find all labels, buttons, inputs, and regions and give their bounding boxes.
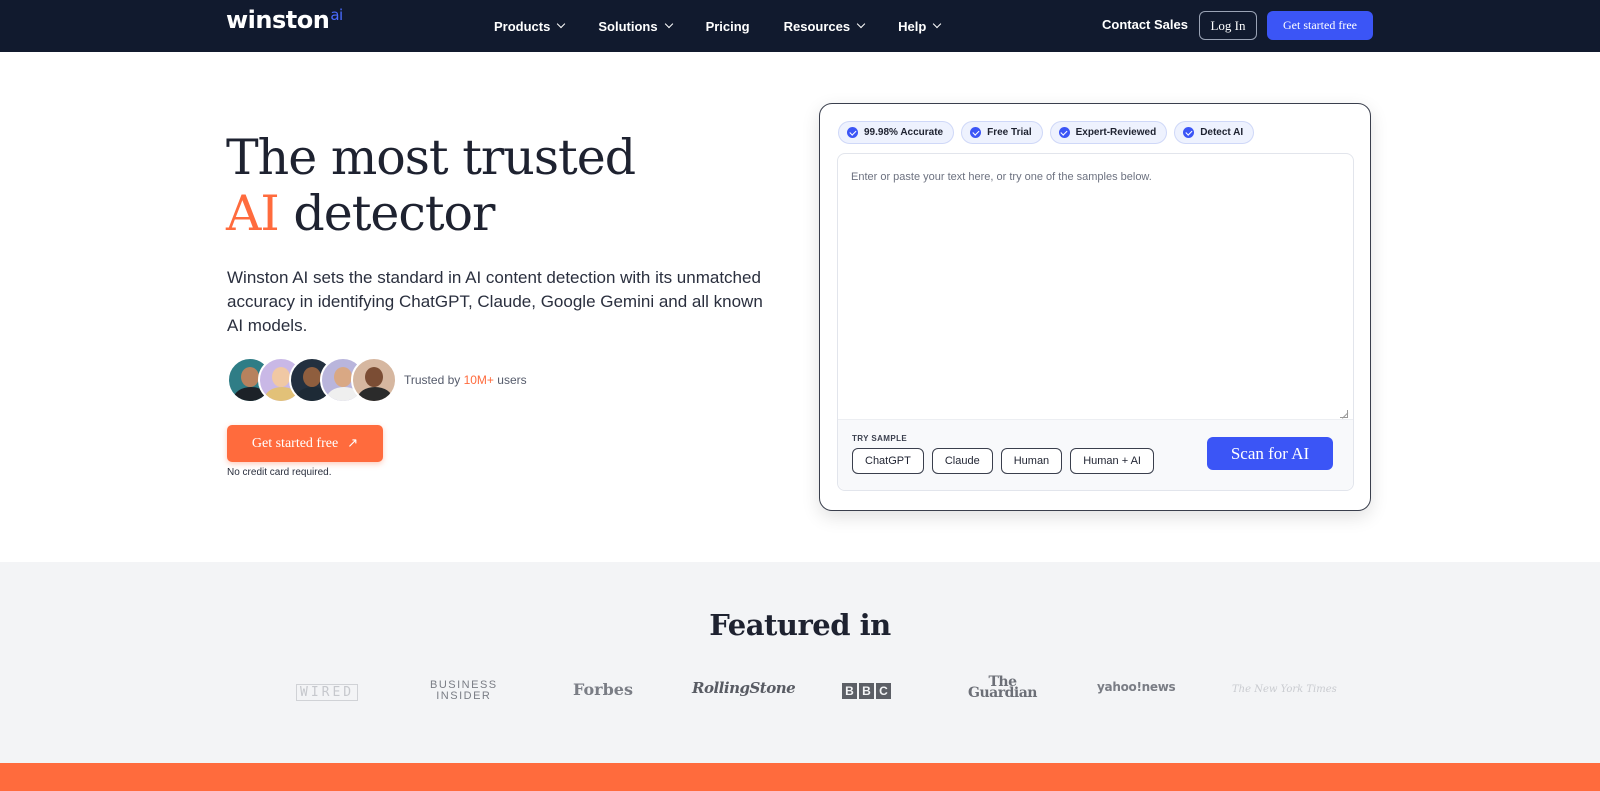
badge-expert-reviewed: Expert-Reviewed (1049, 121, 1168, 144)
hero-title: The most trusted AI detector (226, 129, 636, 242)
bbc-letter: B (842, 683, 857, 699)
guardian-line2: Guardian (968, 685, 1037, 701)
hero-title-highlight: AI (226, 185, 280, 242)
orange-section-band (0, 763, 1600, 791)
feature-badges: 99.98% Accurate Free Trial Expert-Review… (838, 121, 1261, 144)
nav-item-help[interactable]: Help (898, 18, 942, 34)
sample-chatgpt-button[interactable]: ChatGPT (852, 448, 924, 474)
hero-title-line2: detector (278, 185, 495, 242)
hero-description: Winston AI sets the standard in AI conte… (227, 268, 763, 335)
trusted-count: 10M+ (463, 373, 494, 387)
nyt-logo: The New York Times (1232, 684, 1337, 695)
chevron-down-icon (933, 19, 942, 29)
badge-free-trial: Free Trial (961, 121, 1043, 144)
nav-item-label: Resources (783, 18, 851, 34)
bbc-letter: B (859, 683, 874, 699)
bbc-logo: B B C (842, 683, 893, 699)
text-input[interactable] (838, 154, 1353, 419)
nav-item-resources[interactable]: Resources (783, 18, 866, 34)
nav-item-products[interactable]: Products (494, 18, 566, 34)
rolling-stone-logo: RollingStone (692, 679, 796, 697)
login-button[interactable]: Log In (1199, 11, 1257, 40)
chevron-down-icon (856, 19, 866, 29)
chevron-down-icon (664, 19, 673, 29)
sample-claude-button[interactable]: Claude (931, 448, 993, 474)
featured-in-section: Featured in (0, 562, 1600, 763)
hero-cta-label: Get started free (251, 435, 339, 451)
top-nav: winstonai Products Solutions Pricing Res… (0, 0, 1600, 52)
business-insider-logo: BUSINESS INSIDER (430, 680, 498, 702)
chevron-down-icon (557, 19, 566, 29)
nav-menu: Products Solutions Pricing Resources Hel… (494, 0, 974, 52)
resize-handle-icon[interactable] (1340, 410, 1348, 418)
featured-title: Featured in (709, 608, 891, 642)
avatar (351, 357, 397, 403)
check-circle-icon (847, 127, 858, 138)
forbes-logo: Forbes (573, 680, 633, 699)
nav-get-started-button[interactable]: Get started free (1267, 11, 1373, 40)
logo-suffix: ai (330, 6, 343, 24)
check-circle-icon (970, 127, 982, 138)
no-credit-card-note: No credit card required. (227, 467, 332, 478)
badge-detect-ai: Detect AI (1174, 121, 1255, 144)
nav-item-solutions[interactable]: Solutions (598, 18, 673, 34)
hero-get-started-button[interactable]: Get started free ↗ (227, 425, 383, 462)
guardian-logo: The Guardian (968, 675, 1037, 701)
bi-line2: INSIDER (436, 690, 492, 702)
badge-accurate: 99.98% Accurate (838, 121, 955, 144)
badge-label: Detect AI (1200, 127, 1244, 138)
winston-ai-logo[interactable]: winstonai (226, 6, 343, 34)
check-circle-icon (1183, 127, 1195, 138)
wired-logo: WIRED (296, 684, 359, 701)
bbc-letter: C (876, 683, 891, 699)
hero-title-line1: The most trusted (226, 129, 636, 186)
trusted-by-text: Trusted by 10M+ users (404, 373, 527, 387)
scan-for-ai-button[interactable]: Scan for AI (1207, 437, 1333, 470)
logo-text: winston (226, 6, 330, 34)
nav-item-label: Help (898, 18, 927, 34)
yahoo-news-logo: yahoo!news (1097, 680, 1176, 694)
trusted-suffix: users (493, 373, 527, 387)
nav-item-label: Pricing (705, 18, 750, 34)
ai-detector-card: 99.98% Accurate Free Trial Expert-Review… (819, 103, 1371, 511)
text-input-panel: TRY SAMPLE ChatGPT Claude Human Human + … (837, 153, 1354, 491)
nav-item-label: Solutions (598, 18, 658, 34)
badge-label: 99.98% Accurate (864, 127, 944, 138)
sample-bar: TRY SAMPLE ChatGPT Claude Human Human + … (838, 419, 1353, 490)
check-circle-icon (1058, 127, 1070, 138)
nav-item-pricing[interactable]: Pricing (706, 19, 750, 34)
arrow-up-right-icon: ↗ (347, 436, 359, 451)
contact-sales-link[interactable]: Contact Sales (1102, 17, 1188, 32)
sample-buttons: ChatGPT Claude Human Human + AI (852, 448, 1162, 474)
badge-label: Expert-Reviewed (1075, 127, 1157, 138)
user-avatars (227, 357, 397, 403)
sample-human-button[interactable]: Human (1000, 448, 1063, 474)
try-sample-label: TRY SAMPLE (852, 434, 908, 443)
badge-label: Free Trial (987, 127, 1032, 138)
trusted-prefix: Trusted by (404, 373, 464, 387)
nav-item-label: Products (494, 18, 551, 34)
sample-human-ai-button[interactable]: Human + AI (1070, 448, 1154, 474)
